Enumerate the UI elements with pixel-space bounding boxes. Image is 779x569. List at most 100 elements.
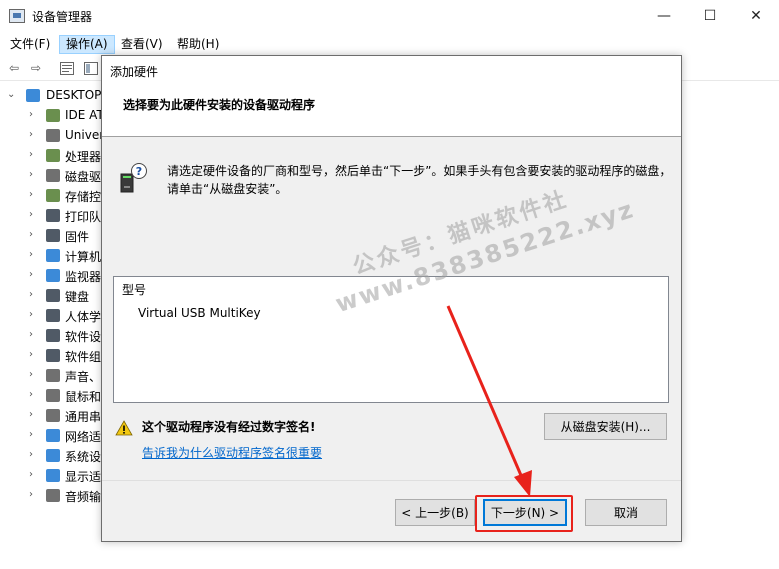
sound-icon (46, 369, 60, 382)
mouse-icon (46, 389, 60, 402)
chevron-right-icon[interactable]: › (29, 229, 33, 240)
chevron-right-icon[interactable]: › (29, 249, 33, 260)
forward-arrow-icon[interactable]: ⇨ (27, 60, 45, 76)
instruction-text: 请选定硬件设备的厂商和型号，然后单击“下一步”。如果手头有包含要安装的驱动程序的… (167, 164, 672, 196)
chevron-right-icon[interactable]: › (29, 129, 33, 140)
menu-file[interactable]: 文件(F) (4, 35, 56, 54)
network-adapter-icon (46, 429, 60, 442)
properties-icon[interactable] (58, 60, 76, 76)
dialog-header-text: 选择要为此硬件安装的设备驱动程序 (123, 98, 316, 112)
tree-item[interactable]: › 处理器 (0, 146, 102, 166)
chevron-right-icon[interactable]: › (29, 329, 33, 340)
chevron-right-icon[interactable]: › (29, 449, 33, 460)
audio-io-icon (46, 489, 60, 502)
tree-item[interactable]: › 软件设 (0, 326, 102, 346)
model-list[interactable]: 型号 Virtual USB MultiKey (113, 276, 669, 403)
back-button[interactable]: < 上一步(B) (395, 499, 475, 526)
minimize-button[interactable]: — (641, 0, 687, 32)
tree-item-label: 计算机 (65, 250, 102, 264)
tree-item[interactable]: › 存储控 (0, 186, 102, 206)
chevron-right-icon[interactable]: › (29, 469, 33, 480)
usb-icon (46, 129, 60, 142)
chevron-right-icon[interactable]: › (29, 389, 33, 400)
window-title: 设备管理器 (32, 10, 93, 24)
chevron-right-icon[interactable]: › (29, 149, 33, 160)
tree-item-label: 人体学 (65, 310, 102, 324)
chevron-right-icon[interactable]: › (29, 369, 33, 380)
tree-item[interactable]: › 磁盘驱 (0, 166, 102, 186)
tree-root[interactable]: ⌄ DESKTOP (0, 86, 102, 106)
system-device-icon (46, 449, 60, 462)
printer-icon (46, 209, 60, 222)
firmware-icon (46, 229, 60, 242)
signing-info-link[interactable]: 告诉我为什么驱动程序签名很重要 (142, 444, 322, 461)
tree-item[interactable]: › 网络适 (0, 426, 102, 446)
menu-action[interactable]: 操作(A) (59, 35, 115, 54)
tree-item[interactable]: › 显示适 (0, 466, 102, 486)
menu-view[interactable]: 查看(V) (115, 35, 169, 54)
tree-item-label: IDE AT (65, 108, 102, 122)
tree-item[interactable]: › 固件 (0, 226, 102, 246)
tree-item[interactable]: › 计算机 (0, 246, 102, 266)
add-hardware-dialog: 添加硬件 选择要为此硬件安装的设备驱动程序 ? 请选定硬件设备的厂商和型号，然后… (101, 55, 682, 542)
tree-item[interactable]: › 鼠标和 (0, 386, 102, 406)
chevron-right-icon[interactable]: › (29, 409, 33, 420)
tree-item[interactable]: › 通用串 (0, 406, 102, 426)
dialog-header: 选择要为此硬件安装的设备驱动程序 (102, 84, 681, 136)
menu-help[interactable]: 帮助(H) (171, 35, 225, 54)
tree-item[interactable]: › 音频输 (0, 486, 102, 506)
keyboard-icon (46, 289, 60, 302)
tree-item-label: 存储控 (65, 190, 102, 204)
tree-item-label: 音频输 (65, 490, 102, 504)
tree-item-label: 系统设 (65, 450, 102, 464)
dialog-title: 添加硬件 (110, 65, 159, 79)
tree-item-label: 通用串 (65, 410, 102, 424)
tree-item[interactable]: › 键盘 (0, 286, 102, 306)
software-component-icon (46, 349, 60, 362)
software-device-icon (46, 329, 60, 342)
tree-item[interactable]: › 监视器 (0, 266, 102, 286)
chevron-right-icon[interactable]: › (29, 189, 33, 200)
tree-item[interactable]: › 人体学 (0, 306, 102, 326)
tree-root-label: DESKTOP (46, 88, 102, 102)
chevron-right-icon[interactable]: › (29, 169, 33, 180)
chevron-right-icon[interactable]: › (29, 349, 33, 360)
chevron-right-icon[interactable]: › (29, 489, 33, 500)
ide-controller-icon (46, 109, 60, 122)
button-divider (102, 480, 681, 481)
model-column-header: 型号 (122, 283, 147, 297)
chevron-right-icon[interactable]: › (29, 269, 33, 280)
cancel-button[interactable]: 取消 (585, 499, 667, 526)
back-arrow-icon[interactable]: ⇦ (5, 60, 23, 76)
list-view-icon[interactable] (82, 60, 100, 76)
maximize-button[interactable]: ☐ (687, 0, 733, 32)
tree-item-label: 处理器 (65, 150, 102, 164)
close-button[interactable]: ✕ (733, 0, 779, 32)
tree-item[interactable]: › Univer (0, 126, 102, 146)
tree-item-label: 磁盘驱 (65, 170, 102, 184)
tree-item-label: 软件设 (65, 330, 102, 344)
tree-item[interactable]: › 声音、 (0, 366, 102, 386)
next-button[interactable]: 下一步(N) > (483, 499, 567, 526)
chevron-down-icon[interactable]: ⌄ (7, 89, 15, 100)
tree-item-label: 监视器 (65, 270, 102, 284)
tree-item[interactable]: › IDE AT (0, 106, 102, 126)
computer-icon (26, 89, 40, 102)
display-adapter-icon (46, 469, 60, 482)
chevron-right-icon[interactable]: › (29, 209, 33, 220)
have-disk-button[interactable]: 从磁盘安装(H)... (544, 413, 667, 440)
tree-item-label: 软件组 (65, 350, 102, 364)
chevron-right-icon[interactable]: › (29, 309, 33, 320)
chevron-right-icon[interactable]: › (29, 109, 33, 120)
header-divider (102, 136, 681, 137)
chevron-right-icon[interactable]: › (29, 289, 33, 300)
tree-item[interactable]: › 打印队 (0, 206, 102, 226)
chevron-right-icon[interactable]: › (29, 429, 33, 440)
tree-item[interactable]: › 系统设 (0, 446, 102, 466)
tree-item-label: 显示适 (65, 470, 102, 484)
tree-item[interactable]: › 软件组 (0, 346, 102, 366)
disk-drive-icon (46, 169, 60, 182)
usb-controller-icon (46, 409, 60, 422)
model-list-item[interactable]: Virtual USB MultiKey (134, 303, 265, 323)
unsigned-driver-warning: 这个驱动程序没有经过数字签名! (142, 420, 316, 434)
